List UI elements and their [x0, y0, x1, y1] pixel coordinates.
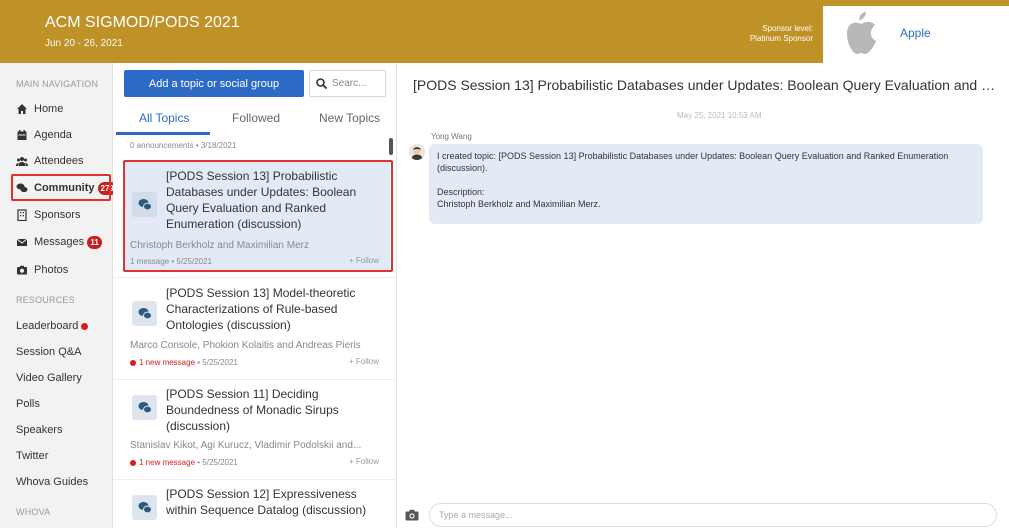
sidebar-item-agenda[interactable]: Agenda [16, 126, 72, 144]
camera-icon [16, 264, 28, 276]
event-header: ACM SIGMOD/PODS 2021 Jun 20 - 26, 2021 S… [0, 0, 1009, 63]
sidebar-item-label: Video Gallery [16, 372, 82, 384]
topic-item[interactable]: [PODS Session 12] Expressiveness within … [124, 483, 390, 528]
topic-title: [PODS Session 13] Model-theoretic Charac… [166, 286, 356, 332]
sidebar-item-label: Session Q&A [16, 346, 82, 358]
topic-date: • 5/25/2021 [197, 358, 238, 367]
topic-authors: Stanislav Kikot, Agi Kurucz, Vladimir Po… [130, 440, 362, 451]
topic-list-panel: Add a topic or social group Searc... All… [113, 63, 397, 528]
avatar[interactable] [409, 144, 425, 160]
discussion-icon [132, 495, 157, 520]
sidebar-item-label: Agenda [34, 129, 72, 141]
envelope-icon [16, 236, 28, 248]
sidebar-item-label: Whova Guides [16, 476, 89, 488]
main-nav-label: MAIN NAVIGATION [16, 79, 99, 89]
tab-all-topics[interactable]: All Topics [139, 111, 189, 125]
sidebar: MAIN NAVIGATION Home Agenda Attendees Co… [0, 63, 117, 528]
apple-logo-icon [847, 12, 876, 54]
sidebar-item-polls[interactable]: Polls [16, 395, 40, 413]
new-message-label: 1 new message [139, 458, 196, 467]
announcements-row[interactable]: 0 announcements • 3/18/2021 [130, 141, 236, 150]
sponsor-name-link[interactable]: Apple [900, 26, 931, 40]
topic-date: • 5/25/2021 [197, 458, 238, 467]
sidebar-item-label: Photos [34, 264, 69, 276]
user-avatar-icon [409, 144, 425, 160]
sidebar-item-label: Twitter [16, 450, 49, 462]
sidebar-item-video-gallery[interactable]: Video Gallery [16, 369, 82, 387]
message-input[interactable] [429, 503, 997, 527]
people-icon [16, 155, 28, 167]
sidebar-item-whova-guides[interactable]: Whova Guides [16, 473, 88, 491]
follow-button[interactable]: + Follow [349, 457, 379, 466]
topic-meta: 1 new message • 5/25/2021 [130, 458, 238, 467]
chat-panel: [PODS Session 13] Probabilistic Database… [397, 63, 1009, 528]
search-icon [316, 78, 327, 89]
new-message-dot [130, 459, 136, 466]
messages-count-badge: 11 [87, 235, 103, 249]
topic-item[interactable]: [PODS Session 11] Deciding Boundedness o… [124, 383, 390, 473]
message-line: Christoph Berkholz and Maximilian Merz. [437, 199, 601, 209]
camera-icon[interactable] [405, 509, 419, 521]
new-message-label: 1 new message [139, 358, 196, 367]
tab-followed[interactable]: Followed [232, 111, 280, 125]
sidebar-item-leaderboard[interactable]: Leaderboard [16, 317, 89, 335]
sponsor-level-value: Platinum Sponsor [749, 34, 813, 43]
home-icon [16, 103, 28, 115]
topic-title: [PODS Session 12] Expressiveness within … [166, 487, 367, 517]
sidebar-item-attendees[interactable]: Attendees [16, 152, 84, 170]
topic-search-input[interactable]: Searc... [309, 70, 386, 97]
sidebar-item-messages[interactable]: Messages 11 [16, 233, 103, 251]
sidebar-item-sponsors[interactable]: Sponsors [16, 206, 80, 224]
new-message-dot [130, 359, 136, 366]
sponsor-level: Sponsor level: Platinum Sponsor [750, 24, 813, 44]
list-scrollbar[interactable] [389, 138, 393, 155]
follow-button[interactable]: + Follow [349, 357, 379, 366]
sidebar-item-speakers[interactable]: Speakers [16, 421, 62, 439]
sidebar-item-label: Speakers [16, 424, 63, 436]
message-bubble: I created topic: [PODS Session 13] Proba… [429, 144, 983, 224]
message-line: Description: [437, 187, 485, 197]
sidebar-item-twitter[interactable]: Twitter [16, 447, 48, 465]
discussion-icon [132, 395, 157, 420]
message-timestamp: May 25, 2021 10:53 AM [677, 111, 762, 120]
notification-dot [81, 322, 89, 330]
chat-title: [PODS Session 13] Probabilistic Database… [413, 77, 1005, 93]
search-placeholder: Searc... [332, 78, 367, 89]
sender-name[interactable]: Yong Wang [431, 132, 472, 141]
event-dates: Jun 20 - 26, 2021 [45, 38, 123, 49]
event-title: ACM SIGMOD/PODS 2021 [45, 14, 240, 31]
building-icon [16, 209, 28, 221]
topic-authors: Marco Console, Phokion Kolaitis and Andr… [130, 340, 361, 351]
sidebar-item-session-qa[interactable]: Session Q&A [16, 343, 81, 361]
add-topic-button[interactable]: Add a topic or social group [124, 70, 304, 97]
sidebar-item-label: Messages [34, 236, 85, 248]
sidebar-item-label: Home [34, 103, 64, 115]
selected-topic-highlight-box [123, 160, 393, 272]
active-tab-indicator [116, 132, 210, 135]
calendar-icon [16, 129, 28, 141]
sidebar-item-label: Polls [16, 398, 40, 410]
message-line: I created topic: [PODS Session 13] Proba… [437, 151, 949, 173]
sponsor-banner[interactable]: Apple [823, 6, 1009, 63]
sidebar-item-home[interactable]: Home [16, 100, 63, 118]
topic-title: [PODS Session 11] Deciding Boundedness o… [166, 387, 339, 433]
community-highlight-box [11, 174, 111, 201]
sidebar-item-photos[interactable]: Photos [16, 261, 68, 279]
divider [113, 277, 396, 278]
divider [113, 479, 396, 480]
topic-item[interactable]: [PODS Session 13] Model-theoretic Charac… [124, 281, 390, 373]
discussion-icon [132, 301, 157, 326]
sponsor-level-label: Sponsor level: [762, 24, 813, 33]
sidebar-item-label: Leaderboard [16, 320, 79, 332]
sidebar-item-label: Sponsors [34, 209, 81, 221]
resources-label: RESOURCES [16, 295, 75, 305]
whova-label: WHOVA [16, 507, 51, 517]
topic-meta: 1 new message • 5/25/2021 [130, 358, 238, 367]
tab-new-topics[interactable]: New Topics [319, 111, 380, 125]
sidebar-item-label: Attendees [34, 155, 84, 167]
divider [113, 379, 396, 380]
